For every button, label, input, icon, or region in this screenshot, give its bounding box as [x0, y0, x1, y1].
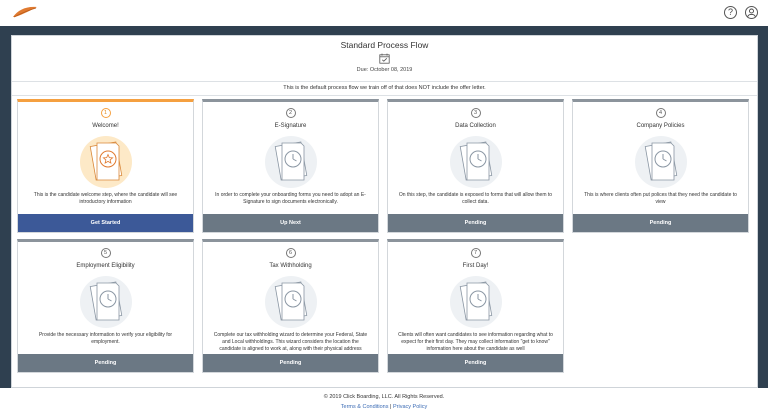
content-frame: Standard Process Flow Due: October 08, 2… — [0, 26, 768, 388]
steps-grid: 1 Welcome! This is the candidate welcome s… — [17, 99, 753, 373]
step-button[interactable]: Pending — [388, 214, 563, 232]
footer-links: Terms & Conditions | Privacy Policy — [0, 404, 768, 410]
step-card: 7 First Day! Clients will often want candi… — [387, 239, 564, 373]
clock-icon — [76, 274, 136, 330]
step-card: 1 Welcome! This is the candidate welcome s… — [17, 99, 194, 233]
step-card: 4 Company Policies This is where clients o… — [572, 99, 749, 233]
step-button[interactable]: Pending — [18, 354, 193, 372]
step-description: Clients will often want candidates to se… — [398, 332, 553, 352]
question-circle-icon[interactable]: ? — [724, 6, 737, 19]
feather-logo-icon[interactable] — [12, 5, 38, 19]
step-card: 5 Employment Eligibility Provide the neces… — [17, 239, 194, 373]
flow-header: Standard Process Flow Due: October 08, 2… — [12, 36, 757, 81]
step-title: Employment Eligibility — [76, 263, 135, 269]
step-title: Company Policies — [636, 123, 685, 129]
step-number: 3 — [470, 108, 481, 118]
top-bar: ? — [0, 0, 768, 26]
star-icon — [76, 134, 136, 190]
step-title: Tax Withholding — [269, 263, 312, 269]
step-description: Provide the necessary information to ver… — [38, 332, 173, 345]
step-number: 6 — [285, 248, 296, 258]
clock-icon — [631, 134, 691, 190]
process-flow-panel: Standard Process Flow Due: October 08, 2… — [11, 35, 758, 388]
calendar-check-icon — [379, 53, 390, 64]
footer: © 2019 Click Boarding, LLC. All Rights R… — [0, 388, 768, 416]
clock-icon — [261, 274, 321, 330]
step-button[interactable]: Pending — [573, 214, 748, 232]
step-description: This is the candidate welcome step, wher… — [33, 192, 178, 205]
step-description: Complete our tax withholding wizard to d… — [213, 332, 368, 352]
flow-title: Standard Process Flow — [340, 40, 429, 50]
step-card: 3 Data Collection On this step, the candid… — [387, 99, 564, 233]
step-description: This is where clients often put polices … — [584, 192, 737, 205]
step-title: E-Signature — [274, 123, 307, 129]
copyright-text: © 2019 Click Boarding, LLC. All Rights R… — [323, 394, 445, 400]
step-card: 2 E-Signature In order to complete your on… — [202, 99, 379, 233]
step-card: 6 Tax Withholding Complete our tax withhol… — [202, 239, 379, 373]
clock-icon — [261, 134, 321, 190]
clock-icon — [446, 134, 506, 190]
step-button[interactable]: Pending — [203, 354, 378, 372]
step-title: Welcome! — [92, 123, 119, 129]
user-circle-icon[interactable] — [745, 6, 758, 19]
link-separator: | — [390, 404, 392, 410]
due-date: Due: October 08, 2019 — [356, 67, 413, 73]
step-number: 2 — [285, 108, 296, 118]
privacy-link[interactable]: Privacy Policy — [393, 404, 427, 410]
step-title: Data Collection — [455, 123, 496, 129]
step-number: 1 — [100, 108, 111, 118]
terms-link[interactable]: Terms & Conditions — [341, 404, 389, 410]
step-title: First Day! — [462, 263, 489, 269]
clock-icon — [446, 274, 506, 330]
step-button[interactable]: Get Started — [18, 214, 193, 232]
step-number: 7 — [470, 248, 481, 258]
step-description: In order to complete your onboarding for… — [215, 192, 366, 205]
flow-description: This is the default process flow we trai… — [12, 81, 757, 96]
step-number: 4 — [655, 108, 666, 118]
step-number: 5 — [100, 248, 111, 258]
step-description: On this step, the candidate is exposed t… — [398, 192, 553, 205]
step-button[interactable]: Up Next — [203, 214, 378, 232]
step-button[interactable]: Pending — [388, 354, 563, 372]
